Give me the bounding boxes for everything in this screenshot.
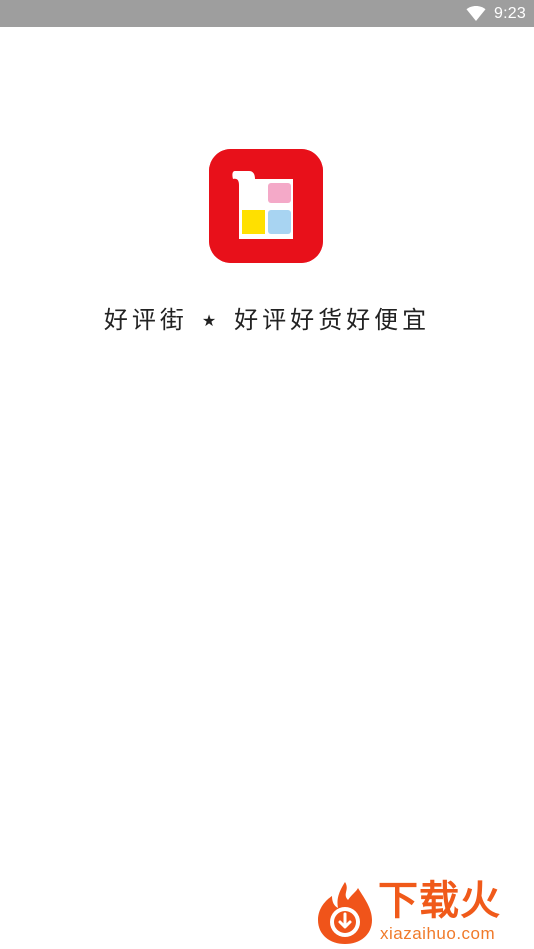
- wifi-icon: [466, 5, 486, 22]
- splash-slogan: 好评街 ★ 好评好货好便宜: [0, 300, 534, 340]
- status-time: 9:23: [494, 5, 526, 22]
- watermark: 下载火 xiazaihuo.com: [312, 876, 530, 946]
- watermark-title: 下载火: [378, 878, 501, 924]
- watermark-url: xiazaihuo.com: [380, 924, 496, 943]
- status-bar: 9:23: [0, 0, 534, 27]
- slogan-tagline: 好评好货好便宜: [234, 306, 431, 334]
- app-logo-icon: [209, 149, 323, 263]
- flame-download-icon: [312, 880, 378, 946]
- slogan-brand: 好评街: [103, 306, 188, 334]
- status-right-group: 9:23: [466, 0, 526, 27]
- star-separator-icon: ★: [201, 311, 221, 330]
